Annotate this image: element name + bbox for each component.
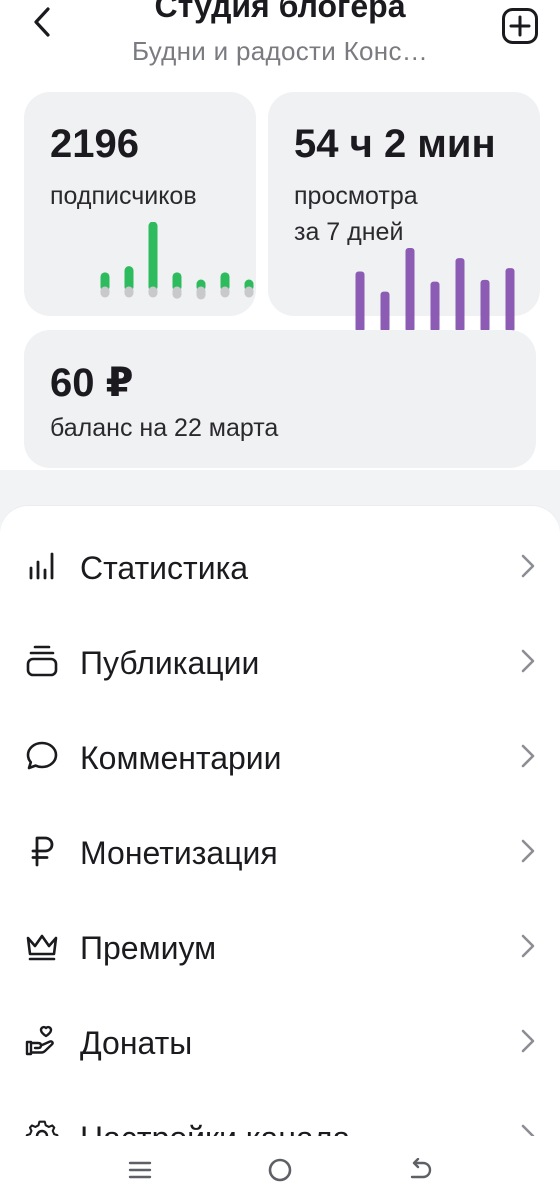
menu-item-comments[interactable]: Комментарии <box>0 706 560 801</box>
views-card[interactable]: 54 ч 2 мин просмотра за 7 дней <box>268 92 540 332</box>
channel-name: Будни и радости Конс… <box>131 36 429 66</box>
comment-bubble-icon <box>24 738 60 774</box>
publications-stack-icon <box>24 643 60 679</box>
views-label-line1: просмотра <box>294 182 418 210</box>
ruble-icon <box>24 833 60 869</box>
chevron-right-icon <box>521 649 535 673</box>
subscribers-card[interactable]: 2196 подписчиков <box>24 92 256 316</box>
views-bar <box>355 271 365 332</box>
views-bar <box>430 281 440 332</box>
menu-item-label: Публикации <box>80 645 260 681</box>
subscribers-sparkline <box>100 222 254 300</box>
menu-item-label: Монетизация <box>80 835 278 871</box>
menu-item-monetization[interactable]: Монетизация <box>0 801 560 896</box>
chevron-right-icon <box>521 839 535 863</box>
header: Студия блогера Будни и радости Конс… <box>0 0 560 90</box>
menu-item-label: Донаты <box>80 1025 193 1061</box>
views-bar <box>405 248 415 332</box>
views-bar <box>455 258 465 332</box>
views-bar <box>505 268 515 332</box>
chevron-right-icon <box>521 744 535 768</box>
menu-item-label: Настройки канала <box>80 1120 350 1136</box>
system-back-button[interactable] <box>400 1154 440 1186</box>
menu-item-publications[interactable]: Публикации <box>0 611 560 706</box>
views-sparkline <box>355 248 515 332</box>
chevron-right-icon <box>521 1124 535 1136</box>
add-button[interactable] <box>500 6 540 46</box>
subscribers-count: 2196 <box>50 122 139 166</box>
menu-item-label: Статистика <box>80 550 249 586</box>
menu-item-label: Премиум <box>80 930 217 966</box>
balance-label: баланс на 22 марта <box>50 414 279 442</box>
chevron-right-icon <box>521 1029 535 1053</box>
views-bar <box>480 279 490 332</box>
balance-value: 60 ₽ <box>50 361 134 405</box>
bar-chart-icon <box>24 548 60 584</box>
menu-item-label: Комментарии <box>80 740 282 776</box>
balance-card[interactable]: 60 ₽ баланс на 22 марта <box>24 330 536 468</box>
chevron-right-icon <box>521 554 535 578</box>
menu-item-channel-settings[interactable]: Настройки канала <box>0 1086 560 1136</box>
plus-square-icon <box>502 8 538 44</box>
page-title: Студия блогера <box>154 0 406 24</box>
crown-icon <box>24 928 60 964</box>
menu-item-donations[interactable]: Донаты <box>0 991 560 1086</box>
menu-item-premium[interactable]: Премиум <box>0 896 560 991</box>
system-navigation-bar <box>0 1140 560 1200</box>
views-bar <box>380 291 390 332</box>
home-circle-icon <box>268 1158 292 1182</box>
menu-sheet: Статистика Публикации Комментарии Монети… <box>0 506 560 1200</box>
chevron-right-icon <box>521 934 535 958</box>
recents-icon <box>128 1161 152 1179</box>
home-button[interactable] <box>260 1154 300 1186</box>
menu-item-statistics[interactable]: Статистика <box>0 516 560 611</box>
subscribers-label: подписчиков <box>50 182 197 210</box>
views-total: 54 ч 2 мин <box>294 122 496 166</box>
back-arrow-icon <box>410 1158 432 1179</box>
hand-heart-icon <box>24 1023 60 1059</box>
recents-button[interactable] <box>120 1154 160 1186</box>
gear-icon <box>24 1118 60 1136</box>
